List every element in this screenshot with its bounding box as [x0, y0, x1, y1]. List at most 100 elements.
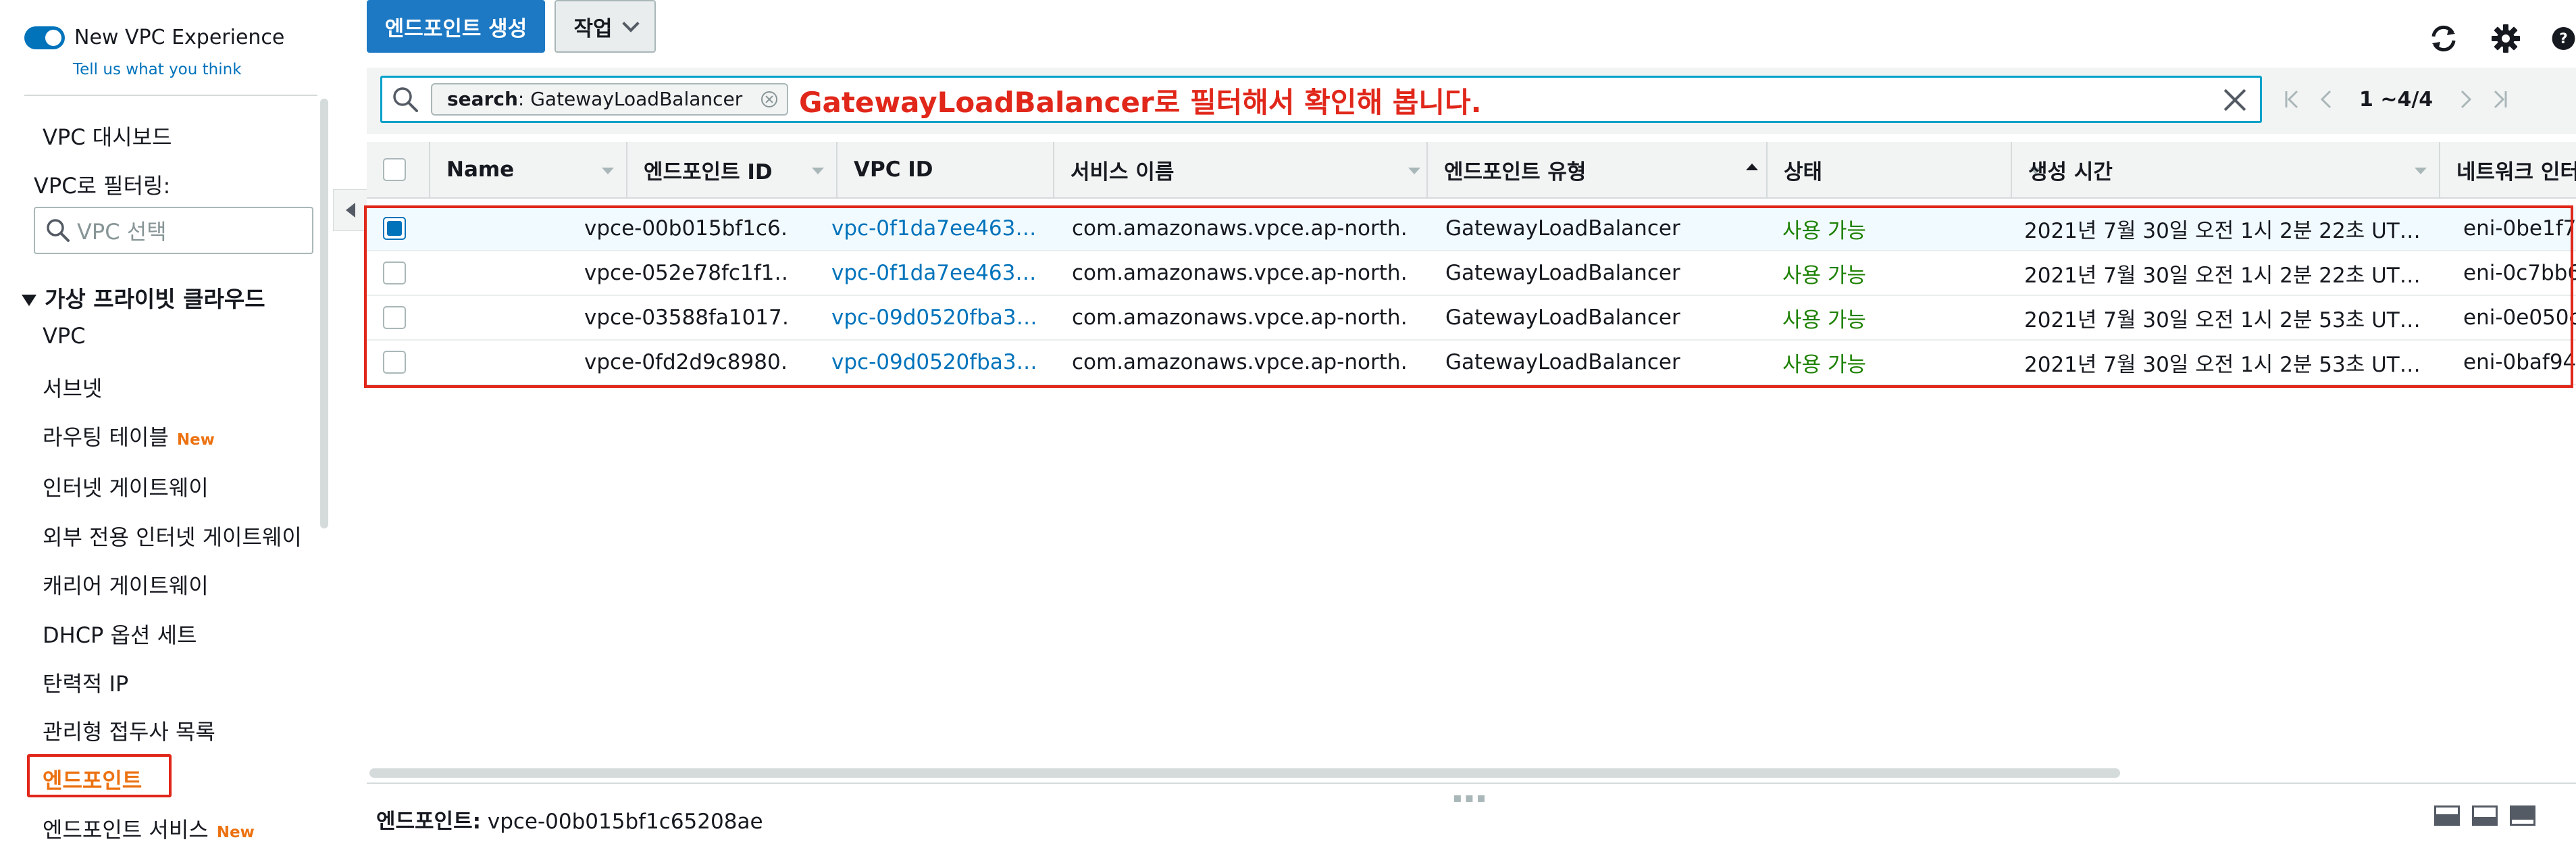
sidebar-item-subnets[interactable]: 서브넷: [43, 372, 102, 403]
column-header-network-interfaces[interactable]: 네트워크 인터: [2439, 142, 2576, 197]
refresh-icon: [2431, 25, 2456, 52]
sidebar-item-elastic-ips[interactable]: 탄력적 IP: [43, 667, 128, 698]
column-header-name[interactable]: Name: [429, 142, 626, 197]
page-count: 1 ~4/4: [2359, 87, 2433, 111]
actions-button[interactable]: 작업: [555, 0, 656, 53]
sidebar-item-label: DHCP 옵션 세트: [43, 622, 197, 648]
column-header-endpoint-type[interactable]: 엔드포인트 유형: [1426, 142, 1770, 197]
actions-label: 작업: [573, 16, 613, 41]
last-page-button[interactable]: [2483, 79, 2517, 120]
chevron-left-icon: [2320, 90, 2332, 109]
collapse-sidebar-button[interactable]: [333, 189, 368, 231]
sidebar-item-label: 라우팅 테이블: [43, 424, 169, 450]
cell-endpoint-id: vpce-0fd2d9c8980…: [584, 350, 787, 374]
section-virtual-private-cloud[interactable]: 가상 프라이빗 클라우드: [22, 281, 265, 314]
table-row[interactable]: vpce-03588fa1017… vpc-09d0520fba3… com.a…: [367, 296, 2576, 341]
annotation-text: GatewayLoadBalancer로 필터해서 확인해 봅니다.: [799, 86, 1482, 119]
sidebar-item-label: 서브넷: [43, 376, 103, 401]
sidebar-item-route-tables[interactable]: 라우팅 테이블 New: [43, 420, 215, 451]
sort-ascending-icon: [1746, 164, 1758, 170]
table-row[interactable]: vpce-0fd2d9c8980… vpc-09d0520fba3… com.a…: [367, 341, 2576, 385]
table-header: Name 엔드포인트 ID VPC ID 서비스 이름 엔드포인트 유형 상태 …: [367, 142, 2576, 199]
sidebar-item-managed-prefix-lists[interactable]: 관리형 접두사 목록: [43, 715, 215, 746]
row-checkbox[interactable]: [383, 262, 406, 284]
main-content: 엔드포인트 생성 작업 ? search: GatewayLoadBalance…: [364, 0, 2576, 842]
vpc-filter-placeholder: VPC 선택: [77, 219, 167, 245]
layout-bottom-medium-icon[interactable]: [2472, 805, 2498, 826]
remove-filter-icon[interactable]: [761, 91, 778, 107]
sidebar-item-label: 외부 전용 인터넷 게이트웨이: [43, 524, 302, 550]
cell-endpoint-id: vpce-052e78fc1f1…: [584, 261, 787, 285]
column-header-label: 엔드포인트 ID: [644, 159, 773, 184]
cell-vpc-id[interactable]: vpc-09d0520fba3…: [831, 341, 1041, 384]
filter-token[interactable]: search: GatewayLoadBalancer: [431, 83, 789, 116]
column-header-label: VPC ID: [854, 157, 933, 182]
previous-page-button[interactable]: [2309, 79, 2343, 120]
refresh-button[interactable]: [2425, 20, 2462, 57]
new-experience-row: New VPC Experience: [24, 26, 284, 49]
column-header-label: 상태: [1784, 159, 1823, 184]
filter-token-value: : GatewayLoadBalancer: [517, 88, 743, 110]
select-all-checkbox[interactable]: [383, 158, 406, 181]
sidebar-item-label: 관리형 접두사 목록: [43, 719, 215, 745]
collapse-triangle-icon: [22, 295, 36, 306]
help-icon: ?: [2552, 27, 2575, 50]
cell-created: 2021년 7월 30일 오전 1시 2분 53초 UT…: [2024, 307, 2421, 332]
detail-label-value: vpce-00b015bf1c65208ae: [487, 810, 763, 834]
cell-vpc-id[interactable]: vpc-0f1da7ee463…: [831, 207, 1041, 250]
column-header-label: Name: [446, 157, 515, 182]
column-header-service-name[interactable]: 서비스 이름: [1053, 142, 1433, 197]
row-checkbox[interactable]: [383, 306, 406, 329]
sidebar-item-label: 탄력적 IP: [43, 671, 129, 697]
cell-status: 사용 가능: [1782, 352, 1866, 377]
column-header-label: 서비스 이름: [1071, 159, 1175, 184]
sidebar-item-vpc-dashboard[interactable]: VPC 대시보드: [43, 120, 172, 151]
chevron-down-icon: [621, 15, 640, 32]
row-checkbox[interactable]: [383, 217, 406, 240]
table-row[interactable]: vpce-052e78fc1f1… vpc-0f1da7ee463… com.a…: [367, 251, 2576, 296]
feedback-link[interactable]: Tell us what you think: [73, 61, 242, 78]
sidebar-item-carrier-gateways[interactable]: 캐리어 게이트웨이: [43, 569, 209, 600]
sidebar-item-label: 엔드포인트 서비스: [43, 817, 209, 843]
cell-vpc-id[interactable]: vpc-0f1da7ee463…: [831, 251, 1041, 295]
sidebar-item-dhcp-option-sets[interactable]: DHCP 옵션 세트: [43, 618, 197, 649]
column-header-endpoint-id[interactable]: 엔드포인트 ID: [626, 142, 836, 197]
table-row[interactable]: vpce-00b015bf1c6… vpc-0f1da7ee463… com.a…: [367, 207, 2576, 251]
new-vpc-experience-toggle[interactable]: [24, 26, 65, 49]
cell-endpoint-type: GatewayLoadBalancer: [1445, 261, 1680, 285]
selected-endpoint-label: 엔드포인트: vpce-00b015bf1c65208ae: [376, 804, 763, 835]
layout-bottom-large-icon[interactable]: [2434, 805, 2460, 826]
new-badge: New: [176, 431, 215, 449]
vpc-filter-select[interactable]: VPC 선택: [34, 207, 313, 254]
sidebar-scrollbar-thumb[interactable]: [320, 99, 328, 528]
resize-handle[interactable]: ▪▪▪: [1453, 789, 1489, 805]
pagination: 1 ~4/4: [2275, 76, 2517, 123]
new-badge: New: [216, 824, 255, 841]
help-button[interactable]: ?: [2551, 20, 2576, 57]
layout-top-icon[interactable]: [2510, 805, 2535, 826]
settings-button[interactable]: [2488, 20, 2524, 57]
cell-endpoint-type: GatewayLoadBalancer: [1445, 216, 1680, 241]
sidebar-item-internet-gateways[interactable]: 인터넷 게이트웨이: [43, 471, 209, 502]
next-page-button[interactable]: [2449, 79, 2483, 120]
horizontal-scrollbar-thumb[interactable]: [369, 768, 2120, 778]
row-checkbox[interactable]: [383, 351, 406, 374]
clear-search-icon[interactable]: [2219, 84, 2250, 116]
column-header-created[interactable]: 생성 시간: [2011, 142, 2439, 197]
cell-vpc-id[interactable]: vpc-09d0520fba3…: [831, 296, 1041, 339]
cell-endpoint-type: GatewayLoadBalancer: [1445, 305, 1680, 330]
sidebar-item-endpoint-services[interactable]: 엔드포인트 서비스 New: [43, 813, 255, 844]
cell-service-name: com.amazonaws.vpce.ap-north…: [1072, 305, 1410, 330]
cell-network-interface: eni-0be1f7: [2463, 216, 2576, 241]
first-page-button[interactable]: [2275, 79, 2309, 120]
sidebar-item-egress-only-igw[interactable]: 외부 전용 인터넷 게이트웨이: [43, 520, 302, 551]
cell-created: 2021년 7월 30일 오전 1시 2분 22초 UT…: [2024, 218, 2421, 243]
create-endpoint-button[interactable]: 엔드포인트 생성: [367, 0, 545, 53]
cell-service-name: com.amazonaws.vpce.ap-north…: [1072, 216, 1410, 241]
sidebar-item-vpc[interactable]: VPC: [43, 323, 86, 349]
cell-endpoint-type: GatewayLoadBalancer: [1445, 350, 1680, 374]
sort-icon: [812, 168, 824, 174]
sidebar-item-label: 인터넷 게이트웨이: [43, 475, 209, 501]
first-page-icon: [2285, 90, 2298, 109]
column-header-vpc-id[interactable]: VPC ID: [836, 142, 1081, 197]
